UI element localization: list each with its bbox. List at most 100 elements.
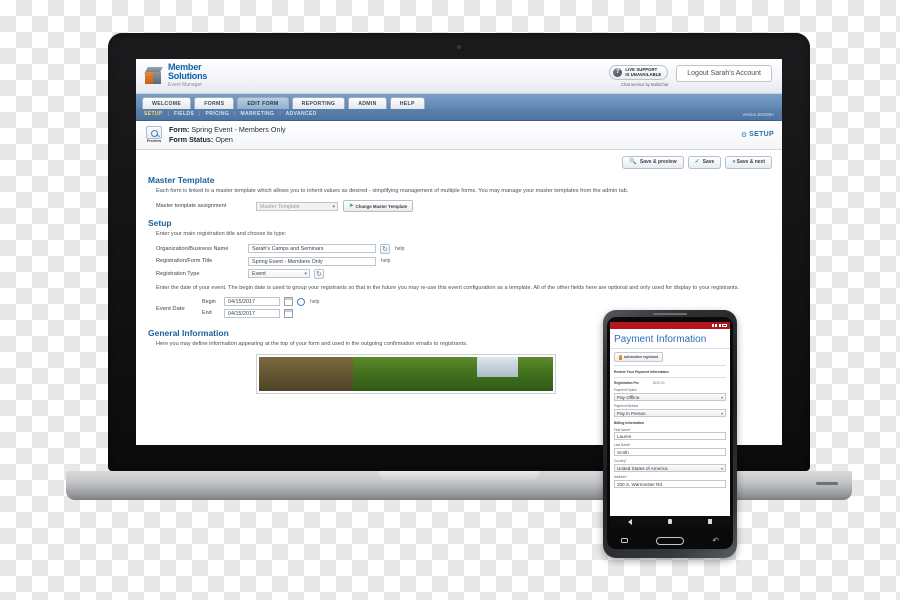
begin-date-input[interactable]: 04/15/2017 bbox=[224, 297, 280, 307]
save-and-preview-button[interactable]: 🔍 Save & preview bbox=[622, 155, 684, 169]
subnav-item-fields[interactable]: FIELDS bbox=[174, 111, 194, 117]
form-header: Preview Form: Spring Event - Members Onl… bbox=[136, 120, 782, 150]
app-topbar: Member Solutions Event Manager ? LIVE SU… bbox=[136, 59, 782, 94]
clock-icon[interactable] bbox=[297, 297, 305, 306]
tab-forms[interactable]: FORMS bbox=[194, 97, 235, 109]
event-date-help-link[interactable]: help bbox=[310, 299, 319, 305]
event-date-label: Event Date bbox=[156, 306, 185, 313]
last-name-label: Last Name* bbox=[614, 443, 726, 447]
payment-option-select[interactable]: Pay Offline bbox=[614, 392, 726, 402]
form-status-value: Open bbox=[215, 134, 233, 144]
check-icon: ✓ bbox=[694, 159, 700, 165]
home-icon[interactable] bbox=[667, 519, 673, 524]
subnav-separator: | bbox=[199, 111, 201, 117]
arrow-icon: ➤ bbox=[349, 203, 354, 210]
save-button[interactable]: ✓ Save bbox=[687, 155, 722, 169]
recents-hardware-icon[interactable] bbox=[621, 537, 629, 544]
country-select[interactable]: United States of America bbox=[614, 463, 726, 473]
master-template-heading: Master Template bbox=[148, 174, 215, 185]
master-template-select[interactable]: Master Template bbox=[256, 201, 338, 212]
tab-help[interactable]: HELP bbox=[389, 97, 425, 109]
phone-screen: Payment Information add another registra… bbox=[610, 322, 730, 516]
last-name-text: Last Name bbox=[614, 443, 630, 448]
save-label: Save bbox=[702, 159, 715, 165]
preview-button[interactable]: Preview bbox=[144, 125, 164, 143]
header-image-preview[interactable]: ✕ bbox=[256, 353, 556, 394]
signal-bar-icon bbox=[718, 323, 721, 328]
change-master-template-button[interactable]: ➤ Change Master Template bbox=[343, 200, 414, 213]
nature-photo bbox=[259, 356, 553, 391]
master-template-assignment-row: Master template assignment Master Templa… bbox=[156, 200, 772, 213]
setup-heading: Setup bbox=[148, 218, 172, 229]
registration-type-select[interactable]: Event bbox=[248, 269, 310, 279]
logout-button[interactable]: Logout Sarah's Account bbox=[676, 65, 772, 83]
back-hardware-icon[interactable]: ↶ bbox=[712, 536, 719, 545]
battery-icon bbox=[722, 323, 727, 328]
change-master-template-label: Change Master Template bbox=[355, 203, 408, 209]
phone-hardware-buttons: ↶ bbox=[607, 532, 733, 549]
first-name-text: First Name bbox=[614, 427, 630, 432]
end-date-row: End 04/15/2017 bbox=[202, 308, 319, 318]
live-support-button[interactable]: ? LIVE SUPPORT IS UNAVAILABLE bbox=[609, 65, 669, 80]
subnav-item-setup[interactable]: SETUP bbox=[144, 111, 163, 117]
last-name-input[interactable]: Smith bbox=[614, 448, 726, 457]
calendar-icon[interactable] bbox=[284, 308, 293, 318]
address-input[interactable]: 330 S. Warminster Rd bbox=[614, 479, 726, 488]
close-icon[interactable]: ✕ bbox=[549, 357, 552, 362]
payment-information-title: Payment Information bbox=[610, 329, 730, 349]
event-date-description: Enter the date of your event. The begin … bbox=[156, 284, 739, 291]
subnav-separator: | bbox=[167, 111, 169, 117]
required-mark: * bbox=[629, 427, 631, 432]
setup-badge: SETUP bbox=[749, 131, 774, 138]
calendar-icon[interactable] bbox=[284, 297, 293, 307]
payment-method-label: Payment Method bbox=[614, 403, 639, 408]
save-and-preview-label: Save & preview bbox=[639, 159, 677, 165]
sub-navigation: SETUP | FIELDS | PRICING | MARKETING | A… bbox=[136, 108, 782, 121]
organization-name-row: Organization/Business Name Sarah's Camps… bbox=[156, 243, 772, 254]
master-template-description: Each form is linked to a master template… bbox=[156, 187, 629, 194]
save-and-next-label: Save & next bbox=[736, 159, 765, 165]
organization-name-help-link[interactable]: help bbox=[395, 246, 404, 252]
chat-credit: Chat service by BoldChat bbox=[621, 81, 669, 87]
add-another-registrant-button[interactable]: add another registrant bbox=[614, 352, 663, 362]
add-registrant-label: add another registrant bbox=[624, 355, 658, 359]
address-label: Address* bbox=[614, 475, 726, 479]
home-hardware-button[interactable] bbox=[656, 536, 685, 545]
form-title-help-link[interactable]: help bbox=[381, 258, 390, 264]
form-title-line: Form: Spring Event - Members Only bbox=[169, 125, 286, 135]
tab-welcome[interactable]: WELCOME bbox=[142, 97, 192, 109]
subnav-item-pricing[interactable]: PRICING bbox=[205, 111, 229, 117]
tab-edit-form[interactable]: EDIT FORM bbox=[237, 97, 289, 109]
question-mark-icon: ? bbox=[613, 68, 623, 77]
refresh-icon[interactable]: ↻ bbox=[314, 268, 324, 279]
subnav-item-advanced[interactable]: ADVANCED bbox=[286, 111, 317, 117]
subnav-item-marketing[interactable]: MARKETING bbox=[240, 111, 274, 117]
divider bbox=[614, 365, 726, 366]
back-icon[interactable] bbox=[627, 518, 632, 525]
end-date-input[interactable]: 04/15/2017 bbox=[224, 308, 280, 318]
tab-reporting[interactable]: REPORTING bbox=[291, 97, 346, 109]
recents-icon[interactable] bbox=[708, 519, 713, 524]
registration-type-row: Registration Type Event ↻ bbox=[156, 268, 772, 279]
wifi-icon bbox=[715, 323, 717, 328]
tab-admin[interactable]: ADMIN bbox=[348, 97, 387, 109]
first-name-input[interactable]: Lauren bbox=[614, 432, 726, 441]
screenshot-stage: Member Solutions Event Manager ? LIVE SU… bbox=[0, 0, 900, 600]
review-payment-heading: Review Your Payment Information bbox=[614, 370, 669, 374]
double-chevron-right-icon: » bbox=[732, 159, 736, 165]
form-status-line: Form Status: Open bbox=[169, 135, 286, 145]
save-and-next-button[interactable]: » Save & next bbox=[725, 155, 772, 169]
organization-name-input[interactable]: Sarah's Camps and Seminars bbox=[248, 244, 376, 254]
android-navigation-bar bbox=[610, 516, 730, 527]
organization-name-label: Organization/Business Name bbox=[156, 245, 229, 252]
required-mark: * bbox=[625, 474, 627, 479]
form-title-input[interactable]: Spring Event - Members Only bbox=[248, 256, 376, 266]
first-name-label: First Name* bbox=[614, 428, 726, 432]
payment-method-select[interactable]: Pay in Person bbox=[614, 408, 726, 418]
billing-information-heading: Billing Information bbox=[614, 420, 644, 425]
form-status-label: Form Status: bbox=[169, 134, 214, 144]
form-label: Form: bbox=[169, 124, 190, 134]
refresh-icon[interactable]: ↻ bbox=[380, 243, 390, 254]
cube-logo-icon bbox=[144, 66, 164, 86]
version-label: version 201605A bbox=[742, 111, 774, 117]
